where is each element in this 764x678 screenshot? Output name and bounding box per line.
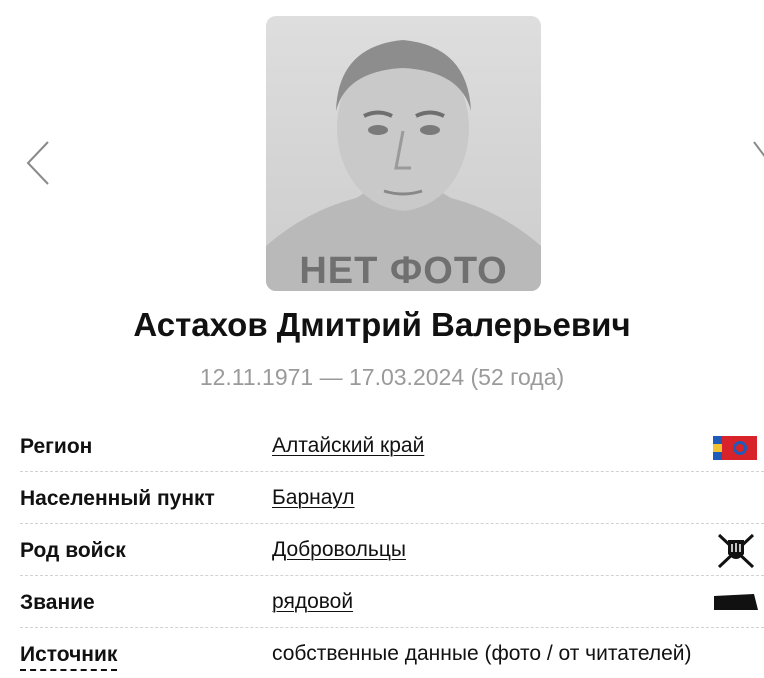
- settlement-label: Населенный пункт: [20, 487, 215, 510]
- branch-label: Род войск: [20, 539, 126, 562]
- info-row-branch: Род войск Добровольцы: [20, 524, 764, 576]
- rank-link[interactable]: рядовой: [272, 590, 353, 614]
- branch-link[interactable]: Добровольцы: [272, 538, 406, 562]
- rank-insignia-icon: [714, 592, 758, 617]
- info-table: Регион Алтайский край Населенный пункт Б…: [20, 420, 764, 678]
- person-name: Астахов Дмитрий Валерьевич: [133, 306, 631, 343]
- info-row-source: Источник собственные данные (фото / от ч…: [20, 628, 764, 678]
- settlement-link[interactable]: Барнаул: [272, 486, 354, 510]
- info-row-region: Регион Алтайский край: [20, 420, 764, 472]
- rank-label: Звание: [20, 591, 95, 614]
- next-button[interactable]: [752, 138, 764, 188]
- source-value: собственные данные (фото / от читателей): [272, 642, 692, 665]
- altai-krai-flag-icon: [713, 436, 757, 465]
- region-label: Регион: [20, 435, 93, 458]
- info-row-rank: Звание рядовой: [20, 576, 764, 628]
- prev-button[interactable]: [22, 138, 52, 188]
- chevron-right-icon: [753, 141, 764, 157]
- info-row-settlement: Населенный пункт Барнаул: [20, 472, 764, 524]
- chevron-left-icon: [26, 141, 49, 185]
- source-label[interactable]: Источник: [20, 643, 118, 671]
- no-photo-label: НЕТ ФОТО: [299, 250, 508, 291]
- region-link[interactable]: Алтайский край: [272, 434, 424, 458]
- photo-placeholder: НЕТ ФОТО: [266, 16, 541, 291]
- volunteers-emblem-icon: [716, 532, 756, 575]
- life-dates: 12.11.1971 — 17.03.2024 (52 года): [199, 364, 565, 390]
